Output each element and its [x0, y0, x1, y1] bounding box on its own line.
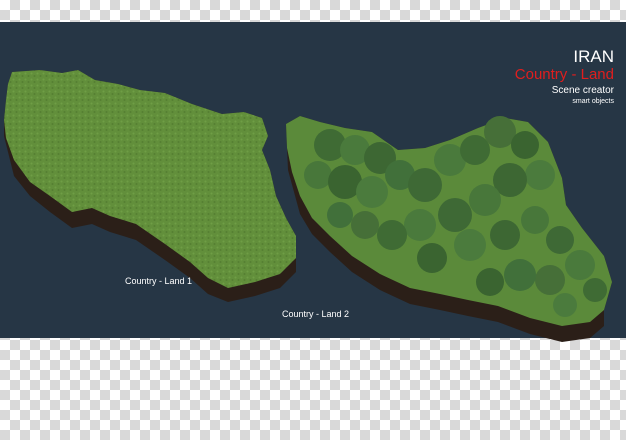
grass-surface-1 [4, 70, 296, 288]
map-land-1 [4, 70, 296, 302]
product-name: Scene creator [551, 85, 614, 96]
map-label-2: Country - Land 2 [282, 309, 350, 319]
country-title: IRAN [573, 47, 614, 66]
subtitle: Country - Land [514, 66, 614, 83]
title-block: IRAN Country - Land Scene creator smart … [515, 48, 614, 106]
map-label-1: Country - Land 1 [125, 276, 193, 286]
tagline: smart objects [572, 98, 614, 105]
